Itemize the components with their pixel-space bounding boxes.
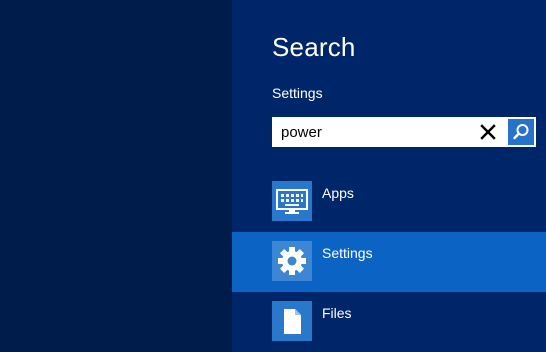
close-icon — [480, 124, 496, 140]
result-label: Files — [322, 305, 352, 321]
document-icon — [284, 309, 301, 334]
result-apps[interactable]: Apps — [232, 172, 546, 232]
search-input[interactable] — [272, 117, 472, 147]
apps-tile — [272, 181, 312, 221]
settings-tile — [272, 241, 312, 281]
clear-search-button[interactable] — [478, 122, 498, 142]
files-tile — [272, 301, 312, 341]
search-icon — [513, 124, 529, 140]
result-settings[interactable]: Settings — [232, 232, 546, 292]
search-scope-label: Settings — [272, 85, 323, 101]
result-files[interactable]: Files — [232, 292, 546, 352]
search-submit-button[interactable] — [508, 119, 534, 145]
gear-icon — [278, 247, 306, 275]
search-charm-pane: Search Settings power Apps Settings File… — [232, 0, 546, 352]
search-results-list: Apps Settings Files — [232, 172, 546, 352]
result-label: Settings — [322, 245, 373, 261]
result-label: Apps — [322, 185, 354, 201]
pane-title: Search — [272, 32, 356, 62]
start-screen-background — [0, 0, 232, 352]
search-box — [272, 117, 536, 147]
keyboard-icon — [276, 189, 308, 214]
